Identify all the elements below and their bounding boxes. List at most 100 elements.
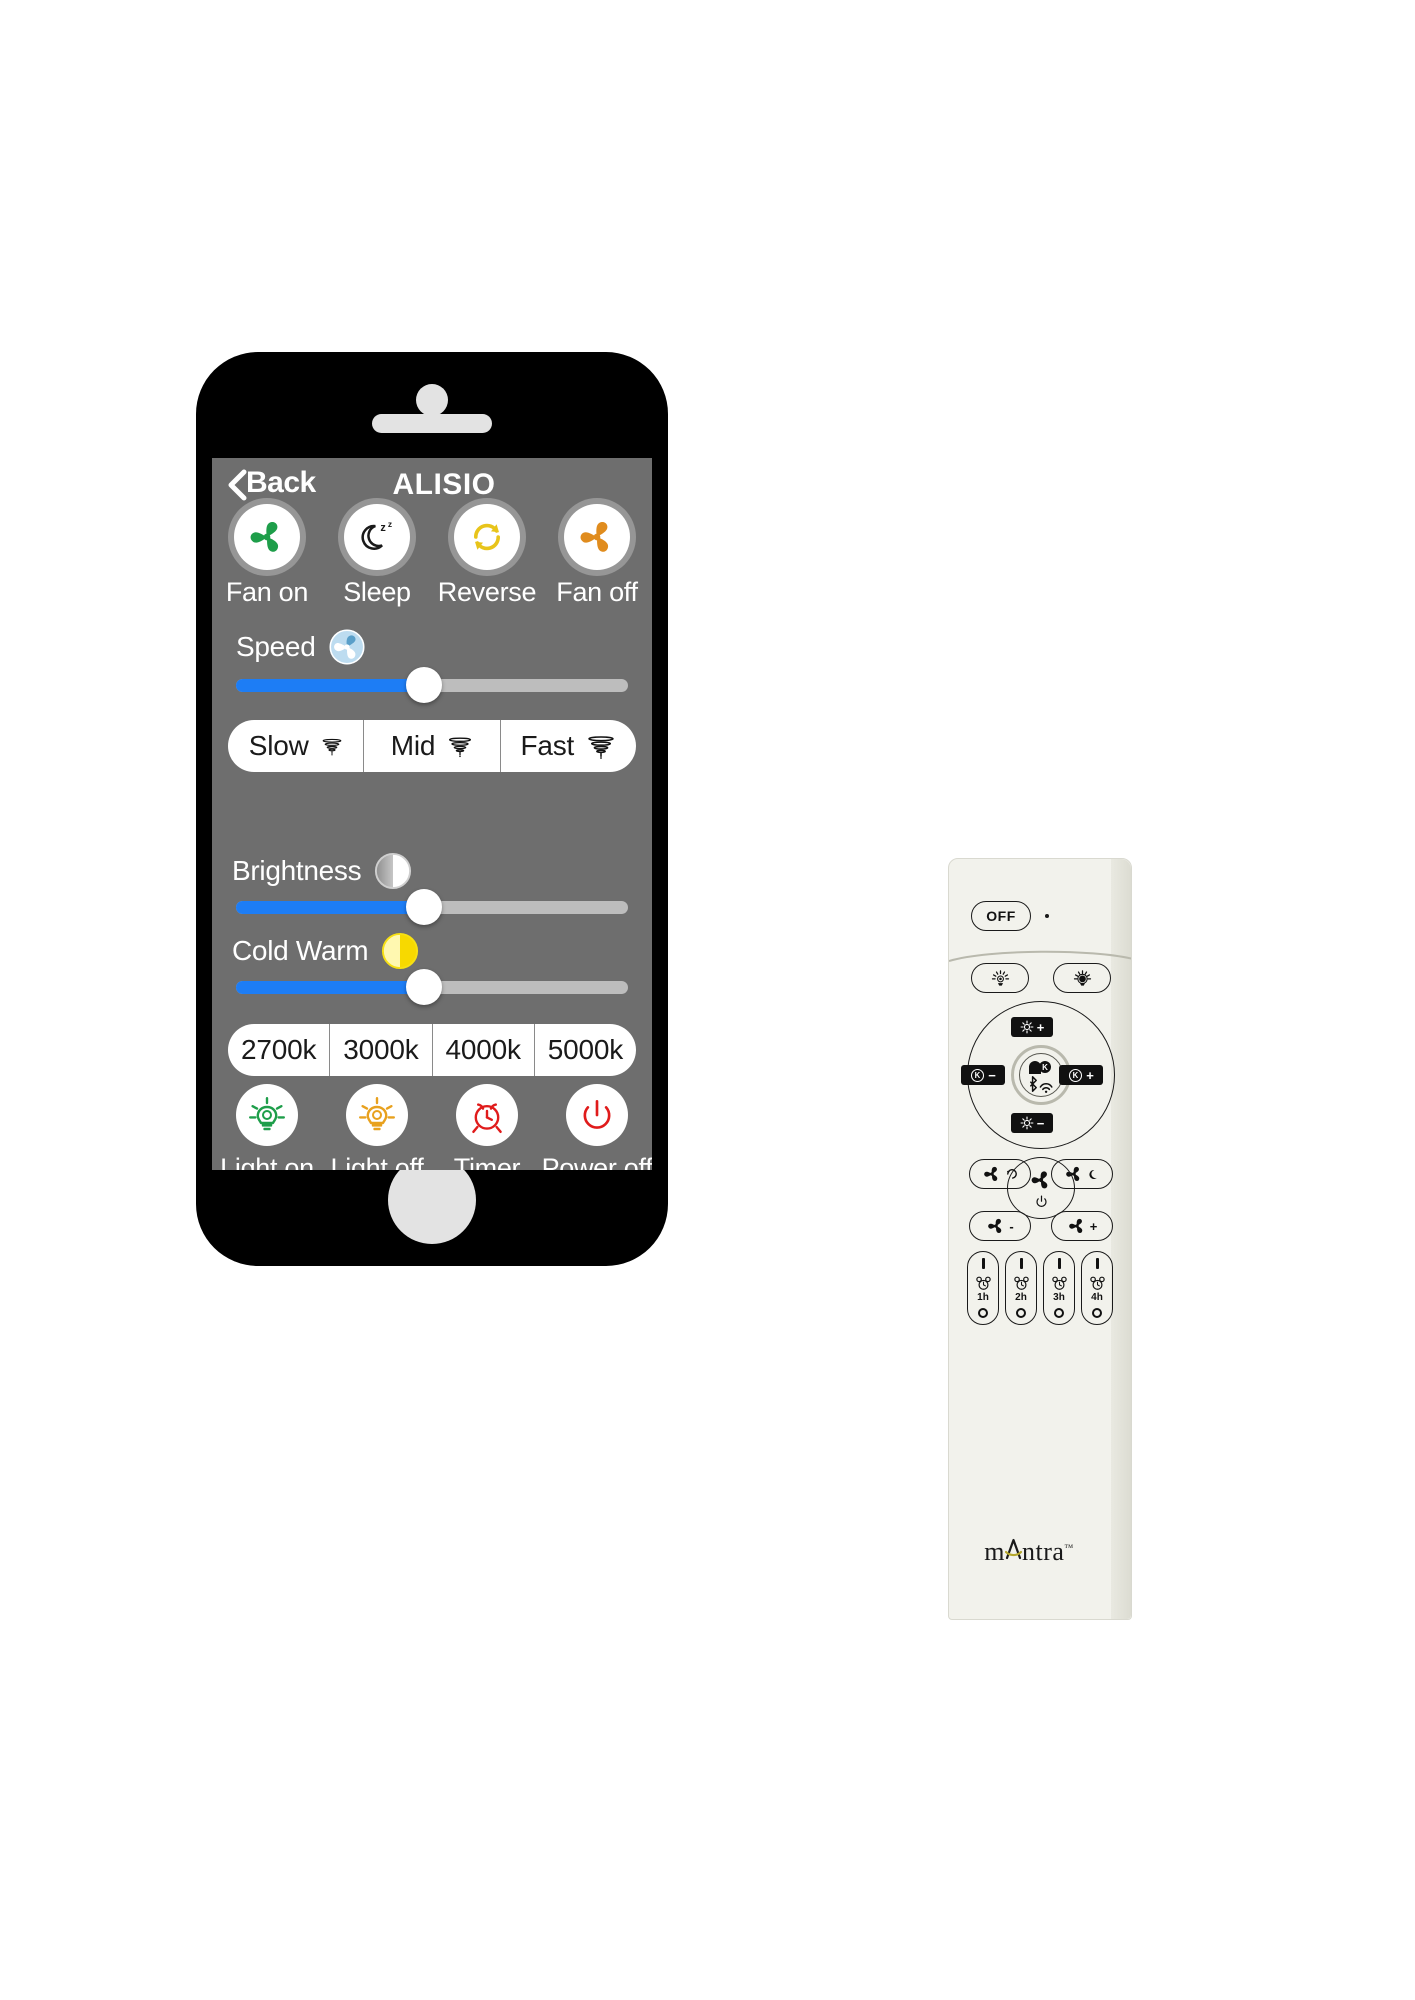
kelvin-icon: K [970,1068,985,1083]
fan-button-fan-off[interactable]: Fan off [542,504,652,608]
sun-icon [1020,1116,1034,1130]
tornado-medium-icon [447,733,473,759]
power-icon [578,1096,616,1134]
kelvin-preset-group: 2700k 3000k 4000k 5000k [228,1024,636,1076]
timer-clock-group: 3h [1051,1275,1068,1303]
button-label: Timer [453,1153,521,1170]
fan-button-reverse[interactable]: Reverse [432,504,542,608]
speed-label-row: Speed [236,628,366,666]
timer-label: 1h [977,1291,989,1303]
brand-letter-m: m [984,1537,1005,1566]
timer-dot-indicator [1092,1308,1102,1318]
timer-dot-indicator [1016,1308,1026,1318]
fan-power-button[interactable] [1007,1157,1075,1219]
key-label: + [1089,1218,1098,1234]
light-on-icon [990,968,1011,989]
slider-thumb[interactable] [406,969,443,1005]
off-button[interactable]: OFF [971,901,1031,931]
alarm-clock-icon [975,1275,992,1292]
ir-led-indicator [1045,914,1049,918]
timer-label: 4h [1091,1291,1103,1303]
slider-thumb[interactable] [406,667,443,703]
alarm-clock-icon [1013,1275,1030,1292]
preset-label: Mid [390,730,436,761]
fan-control-row: Fan on z z Sleep Reverse Fan off [212,504,652,608]
light-button-light-off[interactable]: Light off [322,1084,432,1170]
icon-circle [234,504,300,570]
light-button-timer[interactable]: Timer [432,1084,542,1170]
fan-icon [1029,1168,1053,1192]
light-button-power-off[interactable]: Power off [542,1084,652,1170]
bluetooth-wifi-icon [1026,1075,1056,1093]
remote-control: OFFK+−K−K+-+1h2h3h4hmntra™mantra [948,858,1132,1620]
speed-preset-slow[interactable]: Slow [228,720,365,772]
kelvin-icon: K [1028,1060,1054,1074]
fan-plus-button[interactable]: + [1051,1211,1113,1241]
cold-warm-slider[interactable] [236,969,628,1005]
fan-button-sleep[interactable]: z z Sleep [322,504,432,608]
slider-thumb[interactable] [406,889,443,925]
power-icon [1034,1194,1049,1209]
timer-label: 3h [1053,1291,1065,1303]
button-label: Reverse [437,577,537,607]
brightness-down-button[interactable]: − [1011,1113,1053,1133]
sun-icon [1020,1020,1034,1034]
timer-line-indicator [1019,1258,1023,1269]
button-label: Light off [330,1153,424,1170]
light-off-button[interactable] [1053,963,1111,993]
page-title: ALISIO [392,468,496,501]
kelvin-preset-4000k[interactable]: 4000k [433,1024,535,1076]
light-off-icon [1072,968,1093,989]
kelvin-preset-3000k[interactable]: 3000k [330,1024,433,1076]
svg-text:K: K [1042,1063,1048,1072]
timer-line-indicator [1057,1258,1061,1269]
kelvin-preset-2700k[interactable]: 2700k [228,1024,331,1076]
timer-button-1h[interactable]: 1h [967,1251,999,1325]
timer-label: 2h [1015,1291,1027,1303]
timer-button-3h[interactable]: 3h [1043,1251,1075,1325]
icon-circle [456,1084,518,1146]
dpad-center-button[interactable]: K [1019,1053,1063,1097]
brightness-badge-icon [374,852,412,890]
speed-preset-mid[interactable]: Mid [364,720,501,772]
timer-button-2h[interactable]: 2h [1005,1251,1037,1325]
timer-button-4h[interactable]: 4h [1081,1251,1113,1325]
button-label: Sleep [343,577,411,607]
key-label: - [1009,1218,1014,1234]
phone-device: Back ALISIO Fan on z z Sleep Reverse Fan off Spe… [196,352,668,1266]
cold-warm-label-row: Cold Warm [232,932,419,970]
brand-logo: m ntra™ [949,1534,1109,1567]
light-button-light-on[interactable]: Light on [212,1084,322,1170]
timer-line-indicator [981,1258,985,1269]
timer-clock-group: 4h [1089,1275,1106,1303]
brightness-slider[interactable] [236,889,628,925]
off-button-label: OFF [986,908,1016,924]
speed-preset-fast[interactable]: Fast [501,720,636,772]
speed-slider[interactable] [236,667,628,703]
timer-dot-indicator [1054,1308,1064,1318]
kelvin-up-button[interactable]: K + [1059,1065,1103,1085]
preset-label: 3000k [343,1034,419,1065]
icon-circle [566,1084,628,1146]
app-screen: Back ALISIO Fan on z z Sleep Reverse Fan off Spe… [212,458,652,1170]
brand-text: m ntra™ [984,1534,1073,1567]
light-on-button[interactable] [971,963,1029,993]
kelvin-preset-5000k[interactable]: 5000k [535,1024,636,1076]
preset-label: Slow [248,730,309,761]
reverse-arrows-icon [467,517,507,557]
kelvin-down-button[interactable]: K − [961,1065,1005,1085]
preset-label: 2700k [240,1034,317,1065]
fan-minus-button[interactable]: - [969,1211,1031,1241]
brightness-up-button[interactable]: + [1011,1017,1053,1037]
fan-moon-icon [1087,1167,1101,1181]
button-label: Fan off [556,577,638,607]
earpiece-speaker [372,414,492,433]
brand-trademark: ™ [1064,1542,1074,1553]
brightness-label: Brightness [232,855,362,886]
speed-badge-icon [328,628,366,666]
slider-fill [236,981,425,994]
timer-clock-group: 1h [975,1275,992,1303]
svg-text:z: z [388,519,392,529]
fan-button-fan-on[interactable]: Fan on [212,504,322,608]
kelvin-icon: K [1068,1068,1083,1083]
